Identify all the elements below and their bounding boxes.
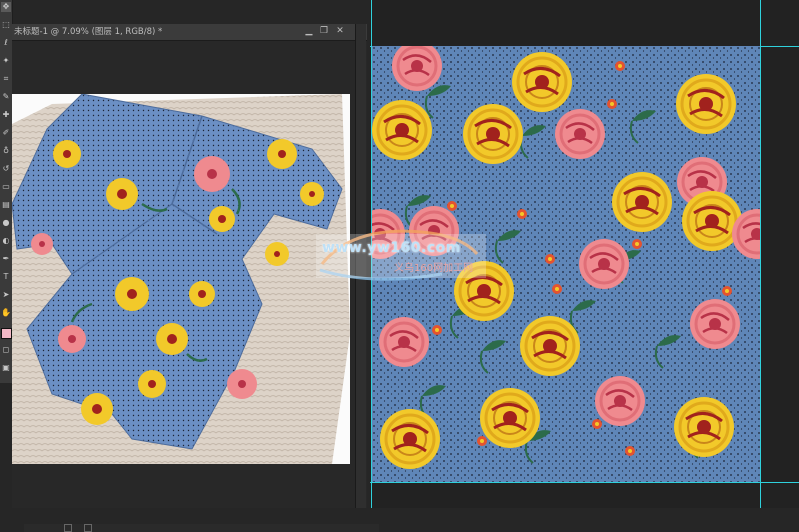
document-title: 未标题-1 @ 7.09% (图层 1, RGB/8) * [14,27,163,37]
floral-pattern [372,46,760,482]
eraser-tool-icon[interactable]: ▭ [1,182,11,192]
garment-photo [12,94,350,464]
garment-photo-image [12,94,350,464]
close-icon[interactable]: ✕ [333,25,347,37]
minimize-icon[interactable]: ▁ [302,25,316,37]
path-selection-tool-icon[interactable]: ➤ [1,290,11,300]
status-bar [24,524,379,532]
restore-icon[interactable]: ❐ [317,25,331,37]
foreground-color-swatch[interactable] [1,328,12,339]
lasso-tool-icon[interactable]: ℓ [1,38,11,48]
vertical-scroll-divider[interactable] [355,24,366,508]
status-icon-1[interactable] [64,524,72,532]
status-icon-2[interactable] [84,524,92,532]
gradient-tool-icon[interactable]: ▤ [1,200,11,210]
floral-pattern-image [372,46,760,482]
move-tool-icon[interactable]: ✥ [1,2,11,12]
type-tool-icon[interactable]: T [1,272,11,282]
brush-tool-icon[interactable]: ✐ [1,128,11,138]
clone-stamp-tool-icon[interactable]: ♁ [1,146,11,156]
pen-tool-icon[interactable]: ✒ [1,254,11,264]
guide-bottom[interactable] [370,482,799,483]
magic-wand-tool-icon[interactable]: ✦ [1,56,11,66]
eyedropper-tool-icon[interactable]: ✎ [1,92,11,102]
blur-tool-icon[interactable]: ● [1,218,11,228]
dodge-tool-icon[interactable]: ◐ [1,236,11,246]
marquee-tool-icon[interactable]: ⬚ [1,20,11,30]
healing-brush-tool-icon[interactable]: ✚ [1,110,11,120]
hand-tool-icon[interactable]: ✋ [1,308,11,318]
crop-tool-icon[interactable]: ⌗ [1,74,11,84]
history-brush-tool-icon[interactable]: ↺ [1,164,11,174]
document-title-bar[interactable]: 未标题-1 @ 7.09% (图层 1, RGB/8) * ▁ ❐ ✕ [12,24,367,41]
document-window: 未标题-1 @ 7.09% (图层 1, RGB/8) * ▁ ❐ ✕ [12,24,379,532]
main-canvas[interactable] [370,0,799,508]
guide-right[interactable] [760,0,761,508]
quick-mask-icon[interactable]: ◻ [1,345,11,355]
screen-mode-icon[interactable]: ▣ [1,363,11,373]
